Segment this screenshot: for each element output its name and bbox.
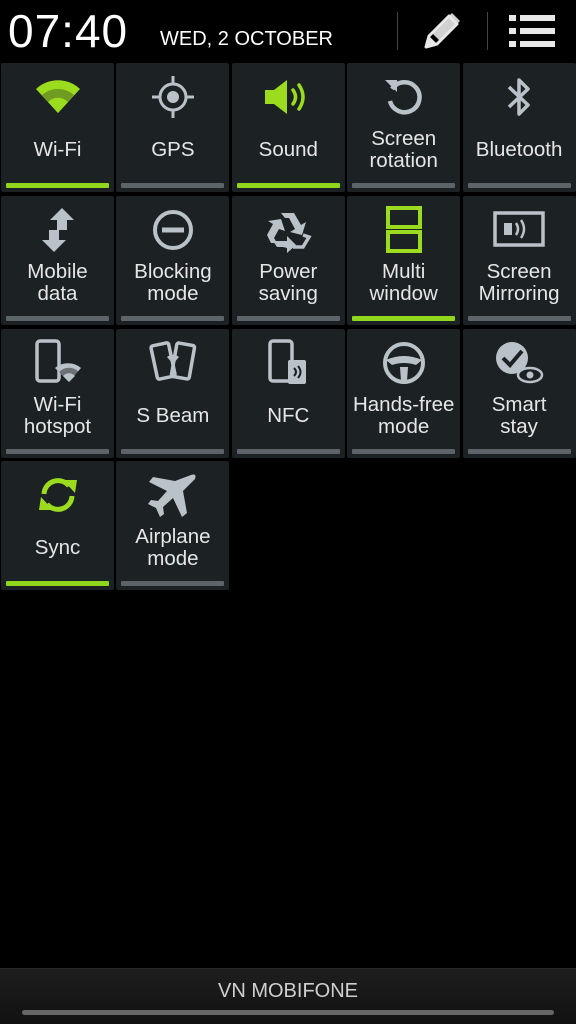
toggle-state-bar [6,448,109,454]
toggle-airplane-mode[interactable]: Airplane mode [116,461,230,591]
toggle-state-bar [467,315,571,321]
airplane-icon [116,469,229,521]
steering-wheel-icon [347,337,460,389]
toggle-label: S Beam [136,403,210,427]
edit-button[interactable] [410,8,474,54]
toggle-label: GPS [151,138,195,161]
toggle-state-bar [121,183,225,188]
toggle-s-beam[interactable]: S Beam [116,328,230,458]
toggle-label: Bluetooth [475,138,563,161]
toggle-label: Mobile data [27,259,88,305]
toggle-label: Blocking mode [134,259,212,305]
toggle-state-bar [121,581,225,587]
sound-icon [232,71,345,123]
toggle-label: Wi-Fi hotspot [23,392,92,438]
gps-icon [116,71,229,123]
hotspot-icon [1,337,114,389]
toggle-mobile-data[interactable]: Mobile data [1,195,114,325]
toggle-state-bar [236,448,340,454]
toggle-label: Sync [34,536,81,560]
pencil-icon [424,13,460,49]
toggle-state-bar [6,183,109,188]
toggle-state-bar [352,315,456,321]
toggle-label: Screen Mirroring [478,259,560,305]
toggle-multi-window[interactable]: Multi window [347,195,461,325]
toggle-state-bar [121,448,225,454]
header-divider [487,12,488,50]
toggle-label: Airplane mode [135,525,211,571]
toggle-state-bar [352,183,456,188]
rotation-icon [347,71,460,123]
toggle-blocking-mode[interactable]: Blocking mode [116,195,230,325]
smart-stay-icon [463,337,576,389]
toggle-state-bar [236,183,340,188]
toggle-label: Smart stay [491,392,547,438]
blocking-icon [116,204,229,256]
toggle-label: Power saving [258,259,318,305]
toggle-power-saving[interactable]: Power saving [231,195,345,325]
toggle-wi-fi-hotspot[interactable]: Wi-Fi hotspot [1,328,114,458]
toggle-label: Sound [258,138,318,161]
toggle-screen-mirroring[interactable]: Screen Mirroring [462,195,576,325]
carrier-name: VN MOBIFONE [217,980,358,1002]
notification-panel: 07:40 WED, 2 OCTOBER Wi-Fi GPS Sound Scr… [0,0,576,1024]
recycle-icon [232,204,345,256]
wifi-icon [1,71,114,123]
toggle-wi-fi[interactable]: Wi-Fi [1,63,114,192]
mobile-data-icon [1,204,114,256]
s-beam-icon [116,337,229,389]
toggle-label: Screen rotation [369,127,438,172]
sync-icon [1,469,114,521]
toggle-state-bar [6,315,109,321]
toggle-label: Multi window [369,259,438,305]
toggle-smart-stay[interactable]: Smart stay [462,328,576,458]
toggle-state-bar [352,448,456,454]
bluetooth-icon [463,71,576,123]
clock: 07:40 [8,5,129,57]
toggle-state-bar [121,315,225,321]
toggle-screen-rotation[interactable]: Screen rotation [347,63,461,192]
toggle-nfc[interactable]: NFC [231,328,345,458]
panel-header: 07:40 WED, 2 OCTOBER [0,0,576,62]
screen-mirroring-icon [463,204,576,256]
menu-button[interactable] [500,8,564,54]
header-divider [397,12,398,50]
date: WED, 2 OCTOBER [160,28,333,50]
toggle-bluetooth[interactable]: Bluetooth [462,63,576,192]
toggle-label: Hands-free mode [352,392,455,438]
nfc-icon [232,337,345,389]
toggle-sound[interactable]: Sound [231,63,345,192]
toggle-gps[interactable]: GPS [116,63,230,192]
toggle-state-bar [236,315,340,321]
toggle-label: NFC [267,403,310,427]
toggle-state-bar [467,183,571,188]
footer: VN MOBIFONE [0,968,576,1024]
multi-window-icon [347,204,460,256]
drag-handle[interactable] [22,1010,554,1015]
toggle-hands-free-mode[interactable]: Hands-free mode [347,328,461,458]
toggle-label: Wi-Fi [33,138,82,161]
list-icon [509,15,555,47]
toggle-sync[interactable]: Sync [1,461,114,591]
toggle-state-bar [467,448,571,454]
toggle-state-bar [6,581,109,587]
